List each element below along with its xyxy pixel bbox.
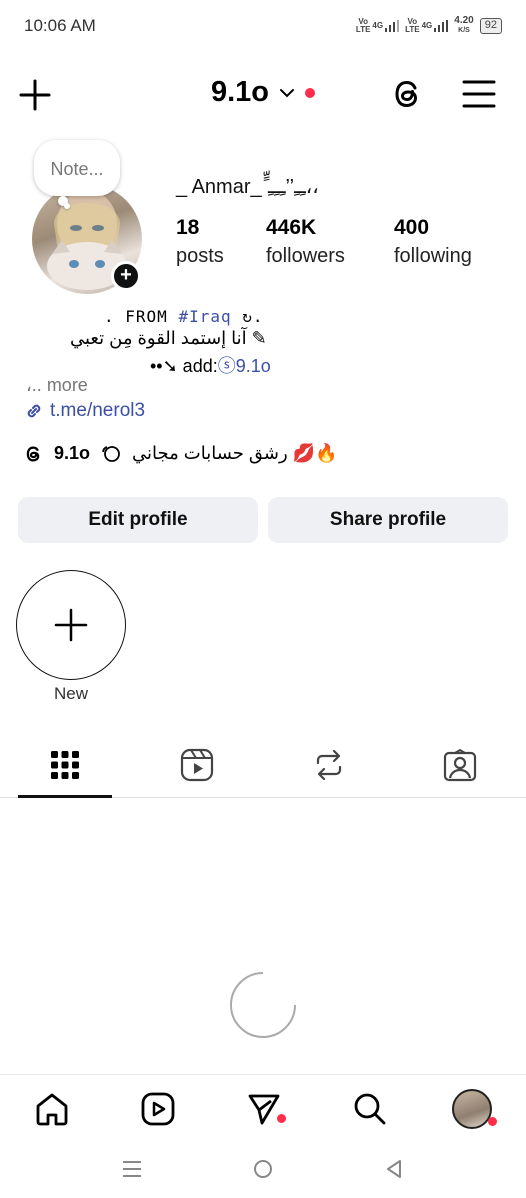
link-icon — [27, 404, 41, 418]
signal-bars-icon — [434, 20, 449, 32]
reels-icon — [180, 748, 214, 782]
more-button[interactable]: ،.. more — [26, 375, 88, 396]
reels-icon — [141, 1092, 175, 1126]
search-icon — [354, 1093, 386, 1125]
home-icon — [36, 1093, 68, 1126]
nav-profile[interactable] — [452, 1087, 497, 1131]
nav-reels[interactable] — [138, 1087, 178, 1131]
posts-count[interactable]: 18 posts — [176, 214, 224, 270]
plus-icon — [19, 79, 51, 111]
nav-direct[interactable] — [244, 1087, 286, 1131]
nav-search[interactable] — [350, 1087, 390, 1131]
chevron-down-icon — [280, 88, 295, 97]
bio-line: آنا إستمد القوة مِن تعبي ✎ — [70, 328, 267, 348]
sim2-signal: Vo LTE 4G — [405, 18, 449, 34]
new-highlight-button[interactable] — [16, 570, 126, 680]
nav-home[interactable] — [32, 1087, 72, 1131]
menu-icon — [462, 80, 496, 108]
hashtag-link[interactable]: #Iraq — [178, 307, 231, 326]
system-navigation — [0, 1146, 526, 1198]
direct-icon — [248, 1094, 280, 1125]
bio-line: ••➘ add:ⓢ9.1o — [150, 356, 271, 376]
loading-spinner — [228, 970, 298, 1040]
note-bubble-tail — [64, 203, 70, 209]
plus-icon — [54, 608, 87, 641]
tab-reels[interactable] — [177, 740, 217, 790]
profile-avatar — [452, 1089, 492, 1129]
network-speed: 4.20 K/S — [454, 15, 474, 35]
bio-line: . FROM #Iraq ↻. — [104, 307, 264, 326]
notification-dot — [488, 1117, 497, 1126]
tab-tagged[interactable] — [440, 740, 480, 790]
profile-tabs — [0, 740, 526, 798]
display-name: _ Anmar_ ٍّﹻﹻ’’ﹻﹻﹻ،، — [176, 176, 319, 198]
threads-bio: رشق حسابات مجاني 💋🔥 — [132, 443, 338, 463]
grid-icon — [51, 751, 79, 779]
sim1-signal: Vo LTE 4G — [356, 18, 400, 34]
signal-bars-icon — [385, 20, 400, 32]
threads-mention[interactable]: ⓢ9.1o — [218, 356, 271, 376]
notification-dot — [277, 1114, 286, 1123]
active-tab-indicator — [18, 795, 112, 798]
status-indicators: Vo LTE 4G Vo LTE 4G 4.20 K/S 92 — [356, 16, 502, 36]
notification-dot — [305, 87, 316, 98]
add-story-badge[interactable]: + — [111, 261, 141, 291]
bottom-navigation — [0, 1074, 526, 1144]
home-circle-icon — [254, 1160, 272, 1178]
profile-link[interactable]: t.me/nerol3 — [24, 400, 145, 422]
new-highlight-label: New — [53, 684, 88, 703]
share-profile-button[interactable]: Share profile — [268, 497, 508, 543]
account-switcher[interactable]: 9.1o — [0, 76, 526, 109]
battery-indicator: 92 — [479, 18, 502, 34]
back-button[interactable] — [383, 1158, 405, 1180]
status-time: 10:06 AM — [24, 16, 96, 35]
tab-reposts[interactable] — [309, 740, 349, 790]
tagged-icon — [443, 748, 477, 782]
chat-bubbles-icon — [102, 445, 120, 462]
threads-handle: 9.1o — [54, 443, 91, 463]
followers-count[interactable]: 446K followers — [266, 214, 345, 270]
back-triangle-icon — [387, 1160, 401, 1178]
note-bubble[interactable]: Note... — [34, 140, 120, 196]
create-button[interactable] — [18, 78, 52, 112]
header-username[interactable]: 9.1o — [211, 76, 269, 109]
recents-button[interactable] — [121, 1158, 143, 1180]
threads-icon — [26, 445, 40, 462]
spinner-icon — [230, 972, 296, 1038]
reposts-icon — [316, 749, 342, 781]
tab-posts[interactable] — [45, 740, 85, 790]
menu-button[interactable] — [462, 78, 496, 110]
home-button[interactable] — [252, 1158, 274, 1180]
edit-profile-button[interactable]: Edit profile — [18, 497, 258, 543]
threads-button[interactable] — [390, 76, 426, 112]
recents-icon — [123, 1161, 141, 1177]
threads-badge[interactable]: 9.1o رشق حسابات مجاني 💋🔥 — [24, 443, 338, 464]
following-count[interactable]: 400 following — [394, 214, 472, 270]
threads-icon — [395, 80, 418, 108]
